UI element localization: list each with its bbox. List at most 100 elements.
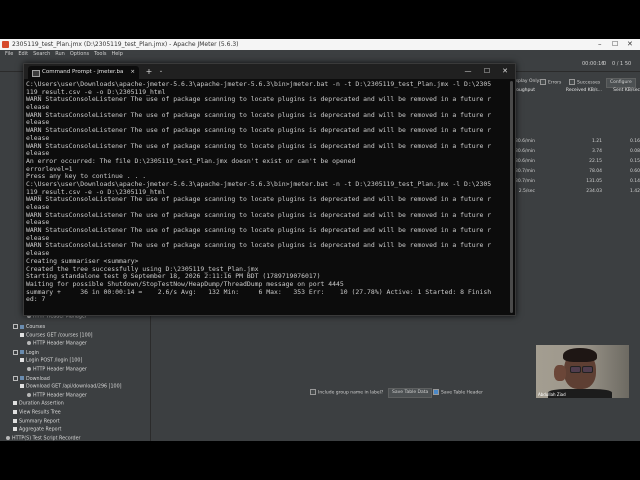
- tree-item-label: Download: [26, 376, 50, 382]
- expand-icon[interactable]: [13, 349, 18, 355]
- tree-item[interactable]: HTTP Header Manager: [27, 367, 87, 374]
- table-cell: 234.03: [586, 189, 602, 194]
- include-group-checkbox[interactable]: Include group name in label?: [310, 389, 383, 396]
- save-table-header-checkbox[interactable]: Save Table Header: [433, 389, 483, 396]
- expand-icon[interactable]: [13, 324, 18, 329]
- terminal-line: WARN StatusConsoleListener The use of pa…: [26, 195, 492, 204]
- terminal-line: WARN StatusConsoleListener The use of pa…: [26, 126, 492, 135]
- menu-item[interactable]: File: [5, 51, 13, 57]
- table-cell: 0.16: [629, 139, 640, 144]
- tree-item[interactable]: HTTP Header Manager: [27, 392, 87, 400]
- terminal-line: WARN StatusConsoleListener The use of pa…: [26, 241, 492, 250]
- tree-item-label: Duration Assertion: [19, 401, 64, 407]
- terminal-maximize-icon[interactable]: ☐: [478, 64, 496, 79]
- sent-header[interactable]: Sent KB/sec: [603, 87, 640, 95]
- table-cell: 131.05: [586, 179, 602, 184]
- tree-item[interactable]: HTTP Header Manager: [27, 341, 87, 348]
- save-table-data-button[interactable]: Save Table Data: [388, 388, 433, 398]
- terminal-line: An error occurred: The file D:\2305119_t…: [26, 156, 356, 165]
- tree-item[interactable]: Download GET /api/download/296 [100]: [20, 384, 122, 391]
- terminal-line: WARN StatusConsoleListener The use of pa…: [26, 210, 492, 219]
- jmeter-menubar: File Edit Search Run Options Tools Help: [0, 50, 640, 59]
- table-cell: 1.21: [591, 139, 602, 144]
- table-cell: 3.74: [591, 149, 602, 154]
- menu-item[interactable]: Search: [33, 51, 50, 57]
- page-icon: [13, 427, 17, 432]
- close-icon[interactable]: ✕: [627, 39, 633, 50]
- include-group-label: Include group name in label?: [318, 390, 384, 396]
- tree-item[interactable]: Download: [13, 375, 50, 383]
- tab-dropdown-icon[interactable]: ⌄: [156, 66, 166, 77]
- warning-count: 0: [603, 61, 607, 67]
- terminal-line: ed: 7: [26, 295, 46, 304]
- gear-icon: [27, 341, 31, 346]
- thread-count: 0 / 1 50: [612, 61, 632, 67]
- successes-label: Successes: [577, 80, 601, 86]
- maximize-icon[interactable]: ☐: [612, 39, 618, 50]
- tree-item-label: HTTP Header Manager: [33, 367, 87, 373]
- page-icon: [13, 401, 17, 406]
- webcam-name-label: Abdullah Ziad: [538, 392, 566, 397]
- jmeter-window-title: 2305119_test_Plan.jmx (D:\2305119_test_P…: [12, 41, 239, 48]
- terminal-output[interactable]: C:\Users\user\Downloads\apache-jmeter-5.…: [26, 81, 510, 313]
- terminal-close-icon[interactable]: ✕: [496, 64, 514, 79]
- tree-item-label: Login: [26, 350, 39, 356]
- tree-item[interactable]: Login POST /login [100]: [20, 358, 82, 365]
- page-icon: [20, 358, 24, 363]
- tree-item[interactable]: Summary Report: [13, 418, 60, 426]
- menu-item[interactable]: Options: [70, 51, 89, 57]
- tree-item[interactable]: Courses: [13, 324, 45, 331]
- tab-close-icon[interactable]: ×: [130, 66, 135, 79]
- terminal-tabbar: Command Prompt - jmeter.ba × + ⌄ — ☐ ✕: [24, 64, 515, 79]
- errors-checkbox[interactable]: Errors: [540, 79, 561, 86]
- tree-item-label: HTTP Header Manager: [33, 393, 87, 399]
- gear-icon: [6, 435, 10, 440]
- tree-item[interactable]: Courses GET /courses [100]: [20, 332, 93, 340]
- elapsed-time: 00:00:16: [582, 61, 605, 67]
- letterbox-bottom: [0, 441, 640, 480]
- successes-checkbox[interactable]: Successes: [569, 79, 600, 86]
- menu-item[interactable]: Help: [111, 51, 122, 57]
- page-icon: [20, 384, 24, 389]
- tree-item-label: HTTP Header Manager: [33, 341, 87, 347]
- terminal-tab-title: Command Prompt - jmeter.ba: [42, 69, 124, 75]
- menu-item[interactable]: Edit: [18, 51, 28, 57]
- terminal-scrollbar[interactable]: [509, 81, 514, 313]
- table-cell: 0.15: [629, 159, 640, 164]
- scrollbar-thumb[interactable]: [510, 81, 513, 313]
- tree-item[interactable]: Duration Assertion: [13, 401, 64, 408]
- tree-item[interactable]: View Results Tree: [13, 410, 61, 417]
- folder-icon: [20, 376, 24, 381]
- menu-item[interactable]: Tools: [94, 51, 106, 57]
- tree-item[interactable]: Aggregate Report: [13, 427, 61, 434]
- tree-item-label: Download GET /api/download/296 [100]: [26, 384, 122, 390]
- page-icon: [13, 418, 17, 423]
- terminal-line: WARN StatusConsoleListener The use of pa…: [26, 226, 492, 235]
- glasses-right: [582, 366, 593, 373]
- terminal-tab[interactable]: Command Prompt - jmeter.ba ×: [28, 66, 139, 79]
- save-table-header-label: Save Table Header: [441, 390, 483, 396]
- glasses-left: [570, 366, 581, 373]
- person-hair: [563, 348, 597, 362]
- letterbox-top: [0, 0, 640, 39]
- new-tab-icon[interactable]: +: [144, 66, 154, 77]
- received-header[interactable]: Received KB/s...: [540, 87, 602, 95]
- terminal-line: summary + 36 in 00:00:14 = 2.6/s Avg: 13…: [26, 287, 492, 296]
- expand-icon[interactable]: [13, 375, 18, 381]
- tree-item[interactable]: Login: [13, 349, 39, 357]
- page-icon: [13, 410, 17, 414]
- tree-item-label: Courses: [26, 325, 46, 330]
- terminal-minimize-icon[interactable]: —: [459, 64, 477, 79]
- menu-item[interactable]: Run: [55, 51, 65, 57]
- gear-icon: [27, 392, 31, 397]
- table-cell: 0.60: [629, 169, 640, 174]
- gear-icon: [27, 367, 31, 371]
- minimize-icon[interactable]: –: [598, 39, 602, 50]
- table-cell: 0.14: [629, 179, 640, 184]
- terminal-line: WARN StatusConsoleListener The use of pa…: [26, 95, 492, 104]
- jmeter-logo-icon: [2, 41, 9, 48]
- tree-item-label: Summary Report: [19, 419, 60, 425]
- terminal-line: WARN StatusConsoleListener The use of pa…: [26, 141, 492, 150]
- tree-item-label: Aggregate Report: [19, 427, 62, 433]
- terminal-line: WARN StatusConsoleListener The use of pa…: [26, 110, 492, 119]
